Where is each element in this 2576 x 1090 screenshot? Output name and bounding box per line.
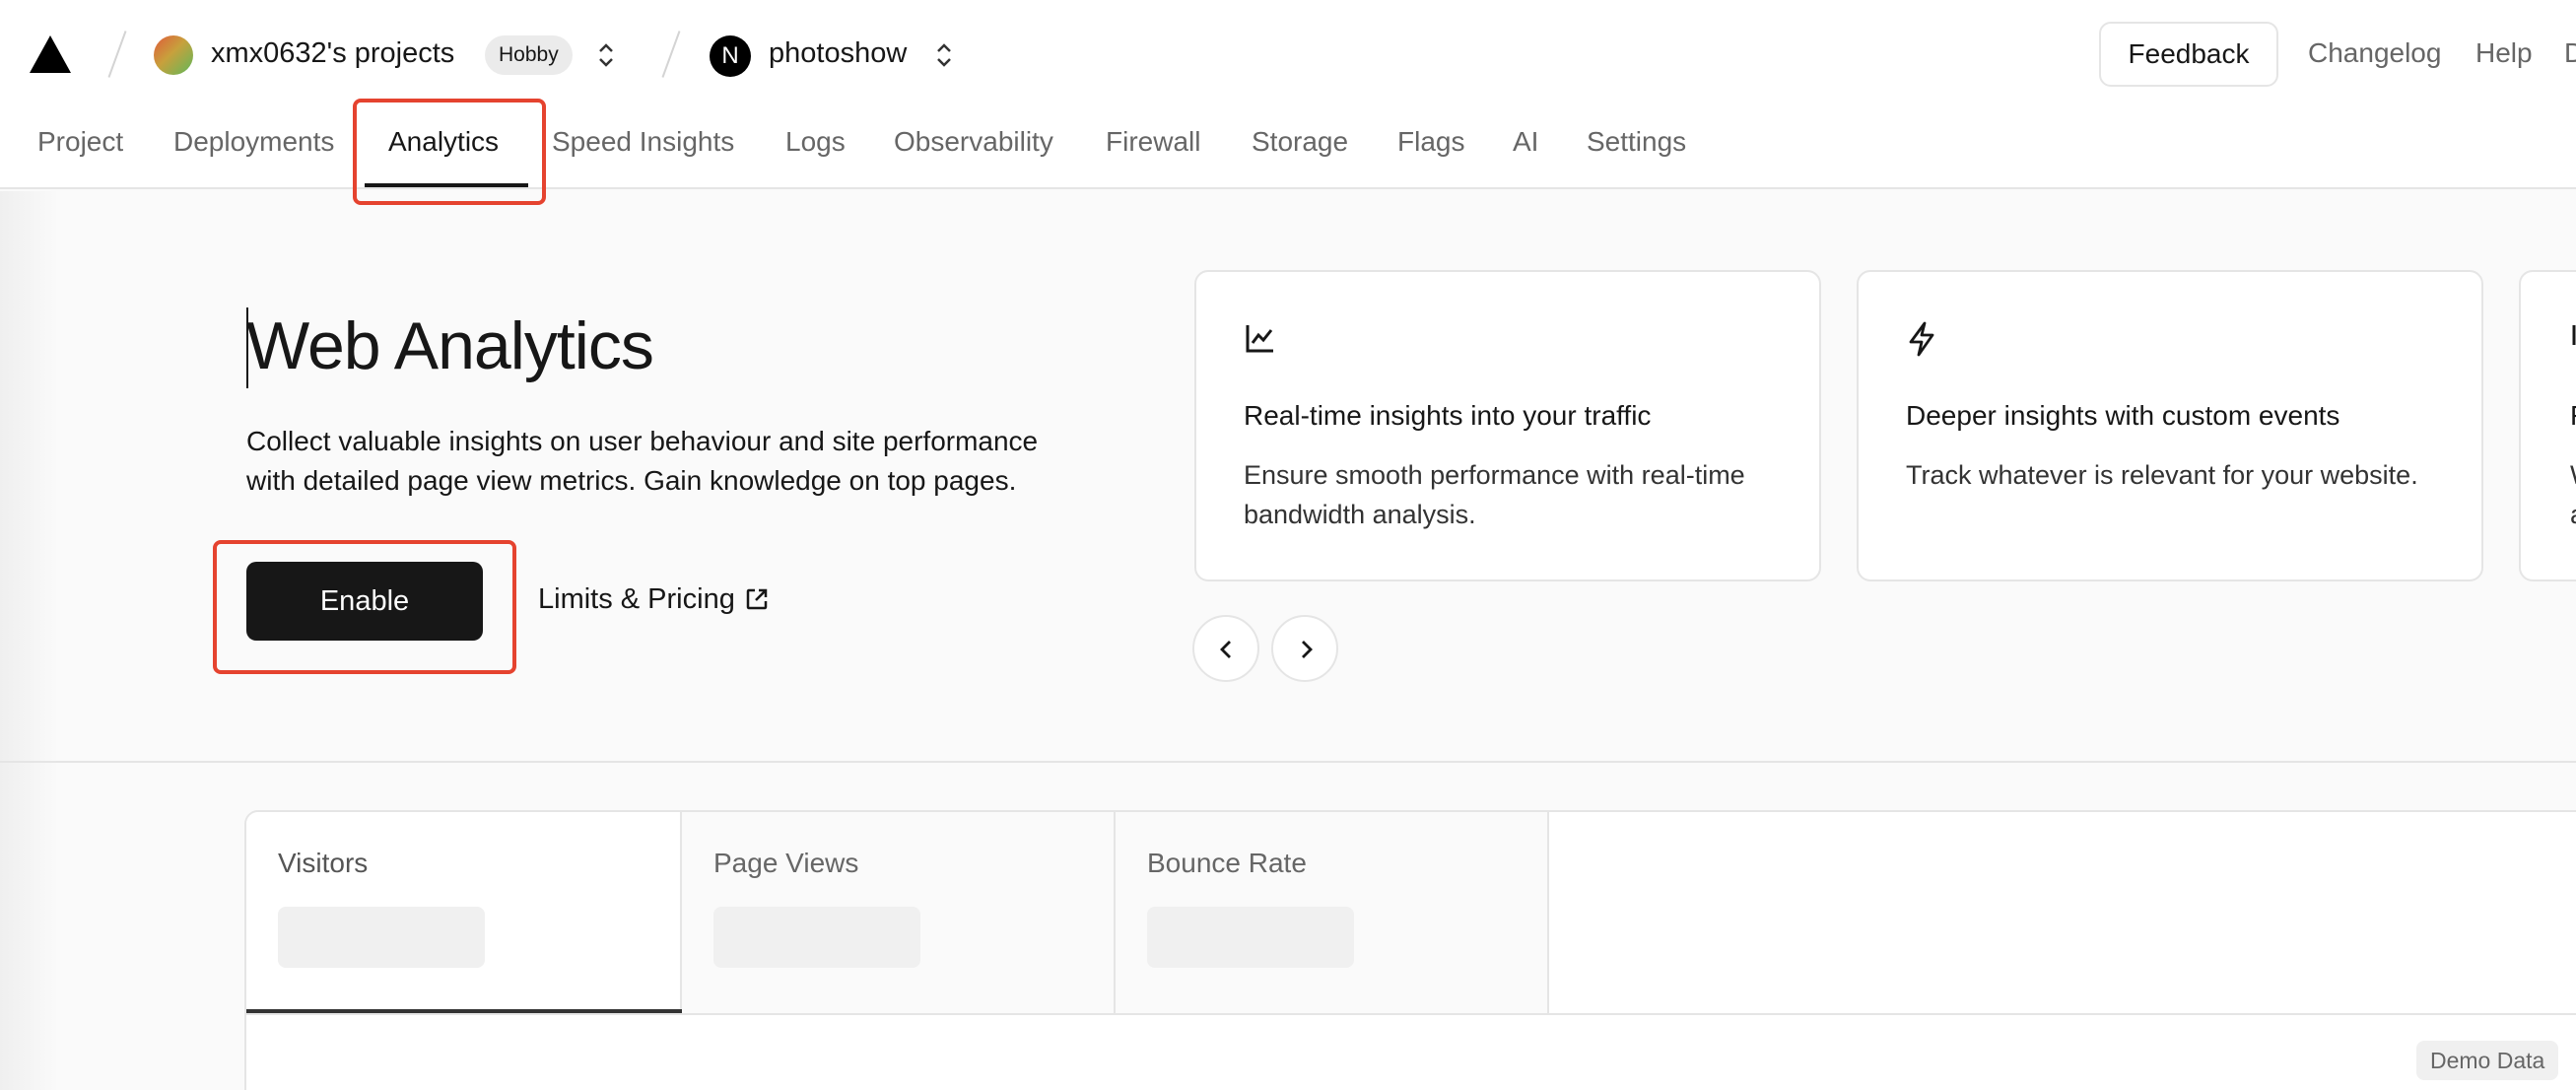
analytics-panel: Visitors Page Views Bounce Rate: [244, 810, 2576, 1090]
limits-pricing-link[interactable]: Limits & Pricing: [538, 583, 735, 616]
changelog-link[interactable]: Changelog: [2308, 37, 2441, 69]
page-title: Web Analytics: [246, 308, 654, 383]
metric-tab-page-views[interactable]: Page Views: [682, 812, 1116, 1013]
card-title: Deeper insights with custom events: [1906, 400, 2340, 431]
team-name[interactable]: xmx0632's projects: [211, 37, 454, 70]
carousel-next-button[interactable]: [1271, 615, 1338, 682]
tab-logs[interactable]: Logs: [785, 126, 846, 158]
team-switcher-chevron-icon[interactable]: [596, 39, 616, 71]
feature-card-realtime: Real-time insights into your traffic Ens…: [1194, 270, 1821, 581]
highlight-box-enable-button: [213, 540, 516, 674]
tab-speed-insights[interactable]: Speed Insights: [552, 126, 734, 158]
highlight-box-analytics-tab: [353, 99, 546, 205]
breadcrumb-separator: [661, 31, 681, 78]
metric-tab-bounce-rate[interactable]: Bounce Rate: [1116, 812, 1549, 1013]
tab-settings[interactable]: Settings: [1587, 126, 1686, 158]
tab-ai[interactable]: AI: [1513, 126, 1538, 158]
tab-firewall[interactable]: Firewall: [1106, 126, 1200, 158]
lightning-icon: [1909, 321, 1934, 357]
chevron-right-icon: [1302, 641, 1313, 658]
tab-flags[interactable]: Flags: [1397, 126, 1464, 158]
panel-divider: [246, 1013, 2576, 1015]
tab-storage[interactable]: Storage: [1252, 126, 1348, 158]
tab-observability[interactable]: Observability: [894, 126, 1053, 158]
chevron-left-icon: [1220, 641, 1231, 658]
feature-card-custom-events: Deeper insights with custom events Track…: [1857, 270, 2483, 581]
project-switcher-chevron-icon[interactable]: [934, 39, 954, 71]
loading-skeleton: [1147, 907, 1354, 968]
cut-off-link[interactable]: D: [2564, 37, 2576, 69]
metric-label: Page Views: [713, 848, 859, 878]
header-row: xmx0632's projects Hobby N photoshow Fee…: [0, 0, 2576, 110]
project-avatar[interactable]: N: [710, 35, 751, 77]
plan-badge: Hobby: [485, 35, 573, 75]
card-description: W a: [2570, 455, 2576, 534]
card-title: F: [2570, 400, 2576, 432]
card-description: Track whatever is relevant for your webs…: [1906, 460, 2418, 490]
vercel-logo-icon[interactable]: [30, 35, 71, 73]
card-description: Ensure smooth performance with real-time…: [1244, 460, 1745, 529]
page-edge-shade: [0, 191, 59, 1090]
metric-label: Visitors: [278, 848, 369, 878]
metric-tab-visitors[interactable]: Visitors: [246, 812, 682, 1013]
card-title: Real-time insights into your traffic: [1244, 400, 1652, 431]
tab-project[interactable]: Project: [37, 126, 123, 158]
carousel-prev-button[interactable]: [1192, 615, 1259, 682]
team-avatar[interactable]: [154, 35, 193, 75]
text-cursor: [246, 307, 248, 388]
loading-skeleton: [713, 907, 920, 968]
hero-description: Collect valuable insights on user behavi…: [246, 426, 1039, 496]
metric-label: Bounce Rate: [1147, 848, 1307, 878]
section-divider: [0, 761, 2576, 763]
line-chart-icon: [1246, 325, 1273, 353]
help-link[interactable]: Help: [2475, 37, 2533, 69]
loading-skeleton: [278, 907, 485, 968]
project-name[interactable]: photoshow: [769, 37, 907, 70]
external-link-icon[interactable]: [745, 587, 769, 611]
demo-data-badge: Demo Data: [2416, 1041, 2559, 1080]
feedback-button[interactable]: Feedback: [2099, 22, 2278, 87]
breadcrumb-separator: [107, 31, 127, 78]
tab-deployments[interactable]: Deployments: [173, 126, 334, 158]
feature-card-partial: F W a: [2519, 270, 2576, 581]
partial-icon: [2572, 325, 2576, 345]
